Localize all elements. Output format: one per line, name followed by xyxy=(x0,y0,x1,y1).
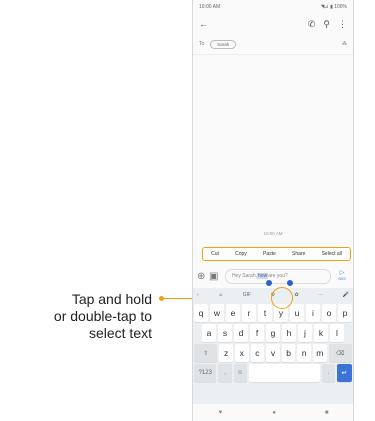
callout-line-2: or double-tap to xyxy=(53,308,152,324)
add-attachment-icon[interactable]: ⊕ xyxy=(197,271,209,282)
key-l[interactable]: l xyxy=(330,324,344,342)
gallery-icon[interactable]: ▣ xyxy=(209,271,221,282)
app-bar: ← ✆ ⚲ ⋮ xyxy=(193,14,353,34)
key-row-4: ?123, ☺ . ↵ xyxy=(193,364,353,382)
symbols-key[interactable]: ?123 xyxy=(194,364,217,382)
menu-paste[interactable]: Paste xyxy=(263,251,276,257)
status-time: 10:00 AM xyxy=(199,4,221,10)
menu-share[interactable]: Share xyxy=(292,251,305,257)
recipient-row: To Sarah ⁂ xyxy=(193,34,353,55)
key-t[interactable]: t xyxy=(258,304,272,322)
callout-line-1: Tap and hold xyxy=(71,291,152,307)
to-label: To xyxy=(199,41,205,47)
selection-highlight-ring xyxy=(271,287,293,309)
key-i[interactable]: i xyxy=(306,304,320,322)
period-key[interactable]: . xyxy=(321,364,335,382)
key-z[interactable]: z xyxy=(219,344,233,362)
nav-bar: ▼ ● ■ xyxy=(193,404,353,421)
send-button[interactable]: ▷ SMS xyxy=(335,270,349,282)
search-icon[interactable]: ⚲ xyxy=(323,19,330,30)
shift-key[interactable]: ⇧ xyxy=(194,344,218,362)
compose-row: ⊕ ▣ Hey Sarah, how are you? ▷ SMS xyxy=(193,265,353,287)
emoji-icon[interactable]: ☺ xyxy=(218,292,223,298)
key-v[interactable]: v xyxy=(266,344,280,362)
menu-cut[interactable]: Cut xyxy=(211,251,219,257)
message-input[interactable]: Hey Sarah, how are you? xyxy=(225,268,331,284)
nav-back-icon[interactable]: ▼ xyxy=(217,410,223,416)
key-j[interactable]: j xyxy=(298,324,312,342)
key-a[interactable]: a xyxy=(202,324,216,342)
theme-icon[interactable]: ✿ xyxy=(295,292,299,298)
emoji-key[interactable]: ☺ xyxy=(233,364,247,382)
key-e[interactable]: e xyxy=(226,304,240,322)
menu-select-all[interactable]: Select all xyxy=(322,251,342,257)
send-label: SMS xyxy=(338,277,346,281)
key-n[interactable]: n xyxy=(297,344,312,362)
key-row-1: qwertyuiop xyxy=(193,304,353,322)
enter-key[interactable]: ↵ xyxy=(337,364,352,382)
key-g[interactable]: g xyxy=(266,324,280,342)
more-options-icon[interactable]: ⋮ xyxy=(338,19,347,30)
key-o[interactable]: o xyxy=(322,304,336,322)
nav-home-icon[interactable]: ● xyxy=(272,410,276,416)
microphone-icon[interactable]: 🎤 xyxy=(343,292,349,298)
comma-key[interactable]: , xyxy=(218,364,232,382)
key-d[interactable]: d xyxy=(234,324,248,342)
key-x[interactable]: x xyxy=(234,344,249,362)
key-row-3: ⇧ z x c v b n m ⌫ xyxy=(193,344,353,362)
back-arrow-icon[interactable]: ← xyxy=(199,19,208,29)
selection-handle-start[interactable] xyxy=(266,280,272,286)
key-p[interactable]: p xyxy=(338,304,352,322)
more-tools-icon[interactable]: ··· xyxy=(318,292,323,298)
key-u[interactable]: u xyxy=(290,304,304,322)
key-w[interactable]: w xyxy=(210,304,224,322)
callout-line-3: select text xyxy=(88,325,152,341)
callout-text: Tap and hold or double-tap to select tex… xyxy=(0,291,152,342)
recipient-chip[interactable]: Sarah xyxy=(210,39,237,49)
nav-recents-icon[interactable]: ■ xyxy=(325,410,329,416)
key-r[interactable]: r xyxy=(242,304,256,322)
text-selection-menu: Cut Copy Paste Share Select all xyxy=(202,247,351,261)
key-s[interactable]: s xyxy=(218,324,232,342)
key-c[interactable]: c xyxy=(250,344,265,362)
message-timestamp: 10:00 AM xyxy=(263,231,283,236)
key-f[interactable]: f xyxy=(250,324,264,342)
key-k[interactable]: k xyxy=(314,324,328,342)
status-bar: 10:00 AM ◥⊿ ▮ 100% xyxy=(193,0,353,14)
key-m[interactable]: m xyxy=(313,344,327,362)
menu-copy[interactable]: Copy xyxy=(235,251,247,257)
status-icons: ◥⊿ ▮ 100% xyxy=(320,4,347,10)
backspace-key[interactable]: ⌫ xyxy=(328,344,352,362)
message-text-before: Hey Sarah, xyxy=(232,273,258,279)
phone-screen: 10:00 AM ◥⊿ ▮ 100% ← ✆ ⚲ ⋮ To Sarah ⁂ 10… xyxy=(192,0,354,421)
selected-text[interactable]: how xyxy=(257,273,269,279)
message-text-after: are you? xyxy=(268,273,288,279)
selection-handle-end[interactable] xyxy=(287,280,293,286)
phone-call-icon[interactable]: ✆ xyxy=(308,19,316,30)
key-b[interactable]: b xyxy=(281,344,296,362)
key-row-2: asdfghjkl xyxy=(193,324,353,342)
key-h[interactable]: h xyxy=(282,324,296,342)
add-recipient-icon[interactable]: ⁂ xyxy=(342,41,347,47)
key-q[interactable]: q xyxy=(194,304,208,322)
gif-button[interactable]: GIF xyxy=(243,292,251,298)
space-key[interactable] xyxy=(248,364,320,382)
keyboard-collapse-icon[interactable]: ‹ xyxy=(197,292,199,298)
